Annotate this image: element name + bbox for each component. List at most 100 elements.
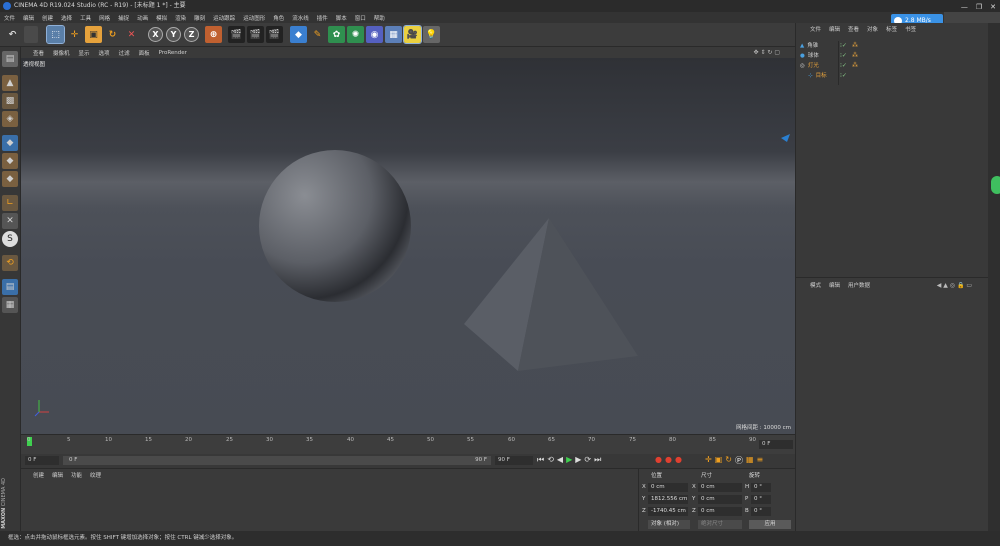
- object-row-sphere[interactable]: ● 球体: [800, 51, 819, 61]
- side-float-button[interactable]: [991, 176, 1000, 194]
- light-icon[interactable]: 💡: [423, 26, 440, 43]
- pen-tool-icon[interactable]: ✎: [309, 26, 326, 43]
- attr-nav-icons[interactable]: ◀ ▲ ◎ 🔒 ▭: [937, 282, 972, 289]
- viewport-nav-icons[interactable]: ✥ ⇕ ↻ ▢: [754, 49, 780, 56]
- texture-mode-icon[interactable]: ▩: [2, 93, 18, 109]
- attr-menu-user-data[interactable]: 用户数据: [848, 281, 870, 289]
- vp-menu-cameras[interactable]: 摄像机: [53, 49, 70, 57]
- next-frame-icon[interactable]: ▶: [575, 455, 581, 465]
- menu-select[interactable]: 选择: [61, 14, 72, 22]
- obj-menu-view[interactable]: 查看: [848, 25, 859, 33]
- menu-help[interactable]: 帮助: [374, 14, 385, 22]
- menu-sculpt[interactable]: 雕刻: [194, 14, 205, 22]
- x-axis-icon[interactable]: X: [148, 27, 163, 42]
- vp-menu-options[interactable]: 选项: [99, 49, 110, 57]
- cube-icon[interactable]: ◆: [290, 26, 307, 43]
- obj-menu-tags[interactable]: 标签: [886, 25, 897, 33]
- menu-motion-tracking[interactable]: 运动跟踪: [213, 14, 235, 22]
- menu-window[interactable]: 窗口: [355, 14, 366, 22]
- camera-icon[interactable]: 🎥: [403, 25, 422, 44]
- polygons-mode-icon[interactable]: ◆: [2, 171, 18, 187]
- array-icon[interactable]: ✺: [347, 26, 364, 43]
- lock-workplane-icon[interactable]: ⟲: [2, 255, 18, 271]
- obj-menu-bookmarks[interactable]: 书签: [905, 25, 916, 33]
- previous-key-icon[interactable]: ⟲: [547, 455, 554, 465]
- deformer-icon[interactable]: ◉: [366, 26, 383, 43]
- menu-render[interactable]: 渲染: [175, 14, 186, 22]
- subdivision-icon[interactable]: ✿: [328, 26, 345, 43]
- mat-menu-function[interactable]: 功能: [71, 471, 82, 479]
- perspective-viewport[interactable]: 透视视图 网格间距 : 10000 cm: [21, 58, 795, 434]
- attr-menu-mode[interactable]: 模式: [810, 281, 821, 289]
- start-frame-field[interactable]: 0 F: [25, 456, 59, 465]
- floor-icon[interactable]: ▦: [385, 26, 402, 43]
- next-key-icon[interactable]: ⟳: [584, 455, 591, 465]
- parameter-key-icon[interactable]: Ⓟ: [735, 455, 743, 466]
- menu-snap[interactable]: 捕捉: [118, 14, 129, 22]
- menu-character[interactable]: 角色: [273, 14, 284, 22]
- tag-icons[interactable]: ⁂ ⁂ ⁂: [852, 41, 858, 71]
- attr-menu-edit[interactable]: 编辑: [829, 281, 840, 289]
- vp-menu-display[interactable]: 显示: [79, 49, 90, 57]
- redo-icon[interactable]: [24, 26, 38, 43]
- coord-mode-select[interactable]: 对象 (相对): [648, 520, 690, 529]
- autokey-icon[interactable]: ●: [665, 455, 672, 464]
- edges-mode-icon[interactable]: ◆: [2, 153, 18, 169]
- menu-pipeline[interactable]: 流水线: [292, 14, 309, 22]
- menu-script[interactable]: 脚本: [336, 14, 347, 22]
- vp-menu-prorender[interactable]: ProRender: [159, 50, 187, 56]
- rotation-key-icon[interactable]: ↻: [725, 455, 732, 466]
- position-key-icon[interactable]: ✛: [705, 455, 712, 466]
- model-mode-icon[interactable]: ▲: [2, 75, 18, 91]
- frame-range-slider[interactable]: 0 F 90 F: [63, 456, 491, 465]
- mat-menu-create[interactable]: 创建: [33, 471, 44, 479]
- y-axis-icon[interactable]: Y: [166, 27, 181, 42]
- menu-animate[interactable]: 动画: [137, 14, 148, 22]
- size-mode-select[interactable]: 绝对尺寸: [698, 520, 742, 529]
- end-frame-field[interactable]: 90 F: [495, 456, 533, 465]
- render-picture-viewer-icon[interactable]: 🎬: [247, 26, 264, 43]
- current-frame-field[interactable]: 0 F: [759, 440, 793, 449]
- points-mode-icon[interactable]: ◆: [2, 135, 18, 151]
- snap-icon[interactable]: S: [2, 231, 18, 247]
- world-coordinate-icon[interactable]: ⊕: [205, 26, 222, 43]
- right-side-tabs[interactable]: [988, 23, 1000, 531]
- axis-mode-icon[interactable]: ∟: [2, 195, 18, 211]
- go-to-start-icon[interactable]: ⏮: [537, 455, 544, 465]
- sphere-object[interactable]: [259, 150, 411, 302]
- object-row-pyramid[interactable]: ▲ 角锥: [800, 41, 818, 51]
- obj-menu-file[interactable]: 文件: [810, 25, 821, 33]
- obj-menu-objects[interactable]: 对象: [867, 25, 878, 33]
- size-z-field[interactable]: 0 cm: [698, 507, 742, 516]
- scale-key-icon[interactable]: ▣: [715, 455, 723, 466]
- go-to-end-icon[interactable]: ⏭: [594, 455, 601, 465]
- render-view-icon[interactable]: 🎬: [228, 26, 245, 43]
- vp-menu-panel[interactable]: 面板: [139, 49, 150, 57]
- planar-workplane-icon[interactable]: ▤: [2, 279, 18, 295]
- z-axis-icon[interactable]: Z: [184, 27, 199, 42]
- position-z-field[interactable]: -1740.45 cm: [648, 507, 688, 516]
- render-settings-icon[interactable]: 🎬: [266, 26, 283, 43]
- rotate-tool-icon[interactable]: ↻: [104, 26, 121, 43]
- object-row-light[interactable]: ◎ 灯光: [800, 61, 819, 71]
- size-y-field[interactable]: 0 cm: [698, 495, 742, 504]
- menu-simulate[interactable]: 模拟: [156, 14, 167, 22]
- record-icon[interactable]: ●: [655, 455, 662, 464]
- rotation-b-field[interactable]: 0 °: [751, 507, 771, 516]
- object-row-target[interactable]: ⊹ 目标: [808, 71, 827, 81]
- workplane-icon[interactable]: ◈: [2, 111, 18, 127]
- vp-menu-filter[interactable]: 过滤: [119, 49, 130, 57]
- recent-tool-icon[interactable]: ✕: [123, 26, 140, 43]
- obj-menu-edit[interactable]: 编辑: [829, 25, 840, 33]
- menu-mograph[interactable]: 运动图形: [243, 14, 265, 22]
- timeline-menu-icon[interactable]: ≡: [757, 455, 764, 466]
- position-x-field[interactable]: 0 cm: [648, 483, 688, 492]
- mat-menu-edit[interactable]: 编辑: [52, 471, 63, 479]
- make-editable-icon[interactable]: ▤: [2, 51, 18, 67]
- menu-create[interactable]: 创建: [42, 14, 53, 22]
- rotation-h-field[interactable]: 0 °: [751, 483, 771, 492]
- size-x-field[interactable]: 0 cm: [698, 483, 742, 492]
- mat-menu-texture[interactable]: 纹理: [90, 471, 101, 479]
- select-tool-icon[interactable]: ⬚: [46, 25, 65, 44]
- apply-button[interactable]: 应用: [749, 520, 791, 529]
